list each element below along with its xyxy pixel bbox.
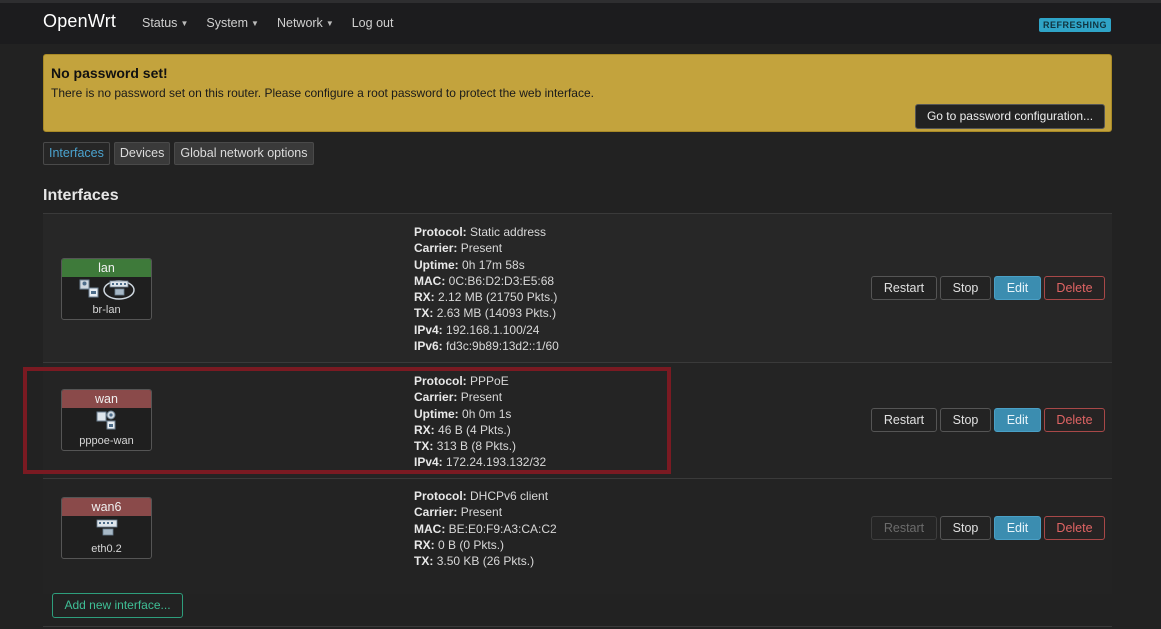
interface-row-lan: lan br-lan Protocol: Static address Carr… [43,214,1112,363]
caret-down-icon: ▼ [180,19,189,28]
network-tabs: Interfaces Devices Global network option… [43,142,318,165]
interface-details-wan: Protocol: PPPoE Carrier: Present Uptime:… [414,373,546,471]
menu-system[interactable]: System ▼ [206,16,259,30]
interface-badge-wan6[interactable]: wan6 eth0.2 [61,497,152,559]
menu-logout[interactable]: Log out [352,16,394,30]
caret-down-icon: ▼ [251,19,259,28]
tab-devices[interactable]: Devices [113,142,171,165]
tab-global-network-options[interactable]: Global network options [174,142,314,165]
add-new-interface-button[interactable]: Add new interface... [52,593,183,618]
detail-ipv4: IPv4: 172.24.193.132/32 [414,455,547,470]
interface-device: pppoe-wan [79,435,134,447]
password-config-button[interactable]: Go to password configuration... [915,104,1105,129]
detail-tx: TX: 313 B (8 Pkts.) [414,439,517,454]
detail-protocol: Protocol: PPPoE [414,374,509,388]
edit-button[interactable]: Edit [994,516,1041,540]
edit-button[interactable]: Edit [994,276,1041,300]
caret-down-icon: ▼ [325,19,334,28]
interface-name: wan6 [62,498,151,516]
detail-ipv4: IPv4: 192.168.1.100/24 [414,322,540,337]
interface-name: wan [62,390,151,408]
interface-row-wan: wan pppoe-wan Protocol: PPPoE Carrier: P… [43,363,1112,479]
switch-icon [102,278,135,303]
stop-button[interactable]: Stop [940,276,991,300]
no-password-alert: No password set! There is no password se… [43,54,1112,132]
menu-status[interactable]: Status ▼ [142,16,188,30]
detail-protocol: Protocol: Static address [414,225,547,239]
interface-row-wan6: wan6 eth0.2 Protocol: DHCPv6 client Carr… [43,479,1112,594]
divider [43,626,1112,627]
interface-name: lan [62,259,151,277]
detail-tx: TX: 3.50 KB (26 Pkts.) [414,554,535,569]
restart-button[interactable]: Restart [871,516,937,540]
interface-badge-wan[interactable]: wan pppoe-wan [61,389,152,451]
interface-actions-lan: Restart Stop Edit Delete [871,276,1105,300]
stop-button[interactable]: Stop [940,516,991,540]
detail-protocol: Protocol: DHCPv6 client [414,489,549,503]
interface-badge-lan[interactable]: lan br-lan [61,258,152,320]
main-menu: Status ▼ System ▼ Network ▼ Log out [142,16,411,30]
restart-button[interactable]: Restart [871,276,937,300]
stop-button[interactable]: Stop [940,408,991,432]
menu-network[interactable]: Network ▼ [277,16,334,30]
interface-device: br-lan [92,304,121,316]
detail-uptime: Uptime: 0h 0m 1s [414,406,512,421]
detail-mac: MAC: BE:E0:F9:A3:CA:C2 [414,521,557,536]
top-navbar: OpenWrt Status ▼ System ▼ Network ▼ Log out… [0,0,1161,44]
delete-button[interactable]: Delete [1044,276,1105,300]
detail-ipv6: IPv6: fd3c:9b89:13d2::1/60 [414,339,559,354]
detail-mac: MAC: 0C:B6:D2:D3:E5:68 [414,273,555,288]
alert-title: No password set! [51,65,168,81]
interface-device: eth0.2 [91,543,122,555]
delete-button[interactable]: Delete [1044,408,1105,432]
brand-logo[interactable]: OpenWrt [43,11,116,32]
detail-carrier: Carrier: Present [414,390,503,405]
restart-button[interactable]: Restart [871,408,937,432]
interfaces-table: lan br-lan Protocol: Static address Carr… [43,213,1112,594]
detail-rx: RX: 46 B (4 Pkts.) [414,422,511,437]
section-title: Interfaces [43,187,119,204]
user-ethernet-icon [79,279,101,302]
detail-carrier: Carrier: Present [414,241,503,256]
alert-text: There is no password set on this router.… [51,86,594,100]
interface-actions-wan6: Restart Stop Edit Delete [871,516,1105,540]
interface-actions-wan: Restart Stop Edit Delete [871,408,1105,432]
detail-carrier: Carrier: Present [414,505,503,520]
edit-button[interactable]: Edit [994,408,1041,432]
detail-rx: RX: 2.12 MB (21750 Pkts.) [414,290,558,305]
refreshing-indicator[interactable]: REFRESHING [1038,18,1111,32]
detail-uptime: Uptime: 0h 17m 58s [414,257,525,272]
ethernet-port-icon [95,517,119,542]
interface-details-lan: Protocol: Static address Carrier: Presen… [414,224,559,354]
interface-details-wan6: Protocol: DHCPv6 client Carrier: Present… [414,488,557,569]
pppoe-icon [95,409,119,434]
detail-tx: TX: 2.63 MB (14093 Pkts.) [414,306,557,321]
tab-interfaces[interactable]: Interfaces [43,142,110,165]
delete-button[interactable]: Delete [1044,516,1105,540]
detail-rx: RX: 0 B (0 Pkts.) [414,537,505,552]
